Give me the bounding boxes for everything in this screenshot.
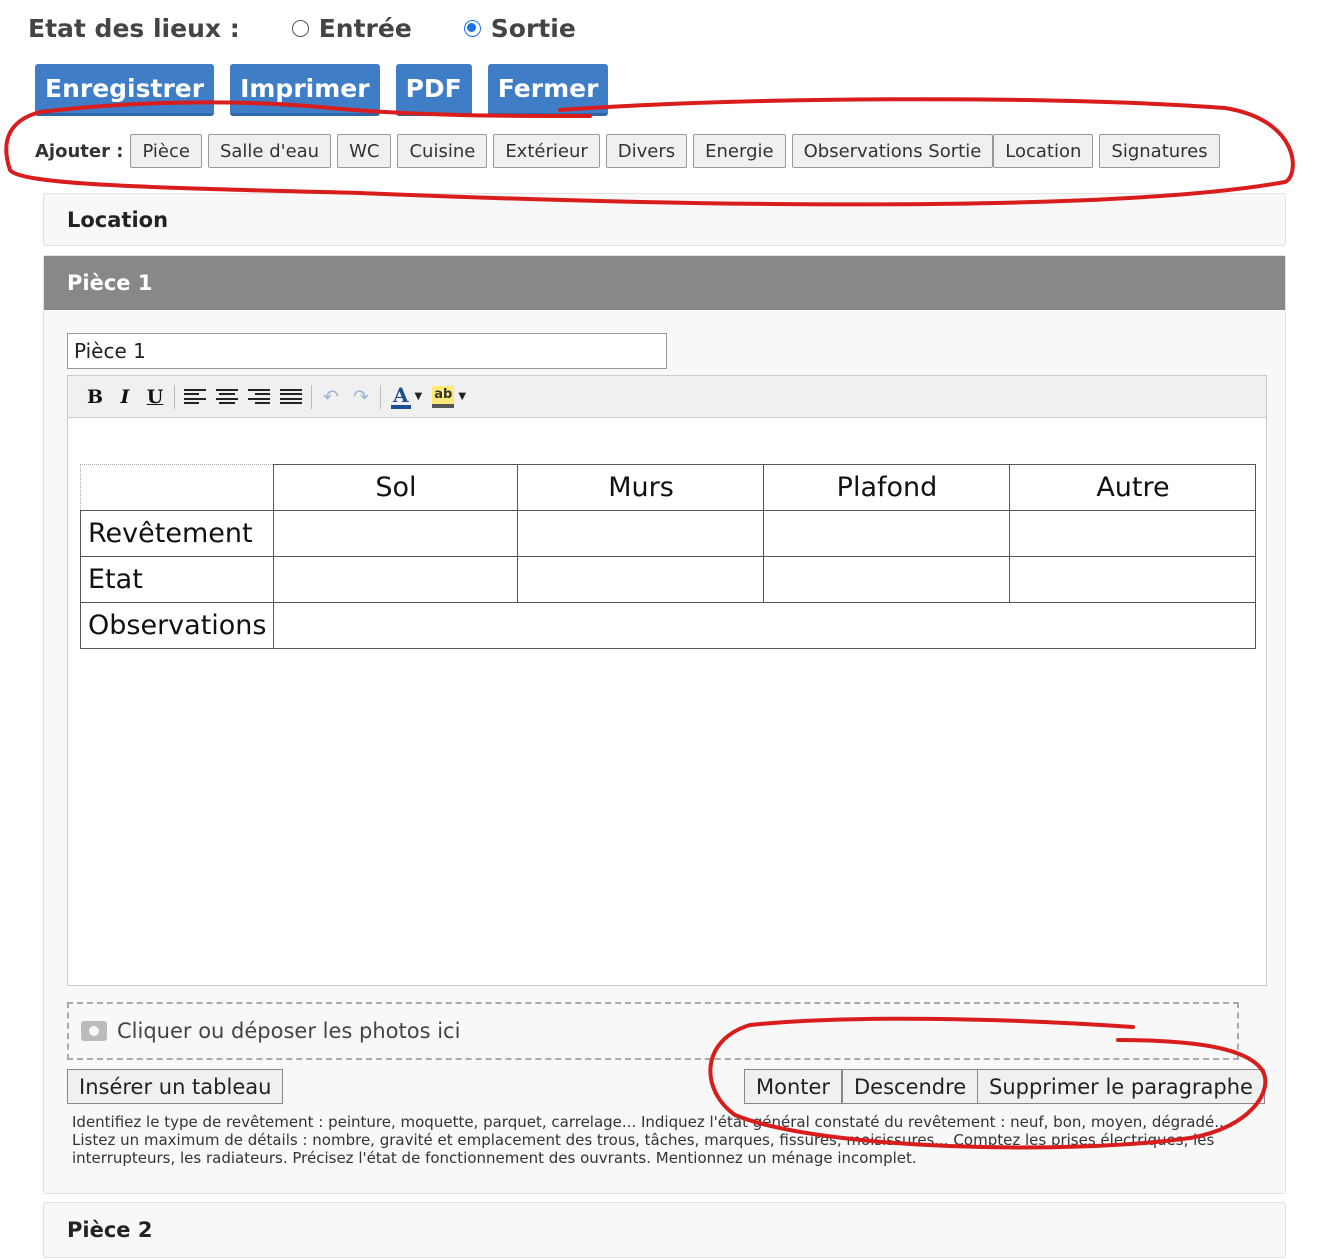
column-header-sol[interactable]: Sol	[273, 464, 519, 511]
table-cell[interactable]	[517, 510, 765, 557]
chevron-down-icon: ▼	[458, 391, 467, 402]
row-header-etat[interactable]: Etat	[79, 556, 275, 603]
table-cell[interactable]	[1009, 556, 1257, 603]
table-row: Observations	[79, 602, 1257, 649]
piece1-panel: Pièce 1 Pièce 1 B I U ↶ ↷ A ▼ ab ▼ Sol M…	[43, 255, 1286, 1194]
radio-sortie-circle[interactable]	[463, 19, 481, 37]
radio-entree-circle[interactable]	[291, 19, 309, 37]
etat-des-lieux-label: Etat des lieux :	[28, 13, 240, 43]
table-cell-observations[interactable]	[273, 602, 1257, 649]
radio-entree-label: Entrée	[318, 13, 412, 43]
undo-icon[interactable]: ↶	[316, 383, 346, 411]
bold-button[interactable]: B	[80, 383, 110, 411]
location-panel: Location	[43, 193, 1286, 246]
table-cell[interactable]	[1009, 510, 1257, 557]
table-cell[interactable]	[273, 510, 519, 557]
close-button[interactable]: Fermer	[487, 64, 609, 116]
toolbar-separator	[380, 384, 381, 409]
toolbar-separator	[174, 384, 175, 409]
photo-dropzone[interactable]: Cliquer ou déposer les photos ici	[67, 1002, 1239, 1060]
table-cell[interactable]	[763, 556, 1011, 603]
highlight-icon: ab	[432, 385, 455, 408]
photo-dropzone-label: Cliquer ou déposer les photos ici	[117, 1019, 461, 1043]
row-header-revetement[interactable]: Revêtement	[79, 510, 275, 557]
table-cell[interactable]	[763, 510, 1011, 557]
align-left-icon[interactable]	[184, 388, 206, 405]
camera-icon	[81, 1021, 107, 1041]
text-color-button[interactable]: A ▼	[391, 385, 432, 409]
chevron-down-icon: ▼	[414, 391, 423, 402]
column-header-autre[interactable]: Autre	[1009, 464, 1257, 511]
add-exterieur-button[interactable]: Extérieur	[493, 134, 600, 168]
piece2-panel-header[interactable]: Pièce 2	[44, 1203, 1285, 1257]
text-color-icon: A	[391, 382, 411, 409]
table-cell[interactable]	[517, 556, 765, 603]
add-observations-sortie-button[interactable]: Observations Sortie	[791, 134, 994, 168]
add-divers-button[interactable]: Divers	[605, 134, 688, 168]
help-text: Identifiez le type de revêtement : peint…	[72, 1113, 1234, 1167]
table-cell[interactable]	[273, 556, 519, 603]
align-justify-icon[interactable]	[280, 388, 302, 405]
print-button[interactable]: Imprimer	[230, 64, 380, 116]
delete-paragraph-button[interactable]: Supprimer le paragraphe	[977, 1069, 1265, 1104]
piece2-panel: Pièce 2	[43, 1202, 1286, 1258]
add-piece-button[interactable]: Pièce	[130, 134, 202, 168]
highlight-color-button[interactable]: ab ▼	[432, 385, 476, 408]
italic-button[interactable]: I	[110, 383, 140, 411]
action-bar: Enregistrer Imprimer PDF Fermer	[35, 64, 624, 116]
column-header-murs[interactable]: Murs	[517, 464, 765, 511]
row-header-observations[interactable]: Observations	[79, 602, 275, 649]
add-section-bar: Ajouter : Pièce Salle d'eau WC Cuisine E…	[35, 134, 1226, 168]
add-wc-button[interactable]: WC	[337, 134, 392, 168]
add-location-button[interactable]: Location	[993, 134, 1094, 168]
underline-button[interactable]: U	[140, 383, 170, 411]
editor-toolbar: B I U ↶ ↷ A ▼ ab ▼	[68, 376, 1266, 418]
piece1-panel-header[interactable]: Pièce 1	[44, 256, 1285, 310]
add-signatures-button[interactable]: Signatures	[1099, 134, 1220, 168]
location-panel-header[interactable]: Location	[44, 194, 1285, 245]
table-row: Sol Murs Plafond Autre	[79, 464, 1257, 511]
rich-text-editor[interactable]: B I U ↶ ↷ A ▼ ab ▼ Sol Murs Plafond Autr…	[67, 375, 1267, 986]
column-header-plafond[interactable]: Plafond	[763, 464, 1011, 511]
piece-name-input[interactable]: Pièce 1	[67, 333, 667, 369]
inspection-table[interactable]: Sol Murs Plafond Autre Revêtement Etat O…	[79, 464, 1257, 649]
align-center-icon[interactable]	[216, 388, 238, 405]
table-row: Etat	[79, 556, 1257, 603]
table-corner-cell[interactable]	[79, 464, 275, 511]
radio-sortie[interactable]: Sortie	[463, 13, 576, 43]
toolbar-separator	[311, 384, 312, 409]
redo-icon[interactable]: ↷	[346, 383, 376, 411]
add-salle-deau-button[interactable]: Salle d'eau	[207, 134, 332, 168]
move-down-button[interactable]: Descendre	[842, 1069, 979, 1104]
save-button[interactable]: Enregistrer	[35, 64, 215, 116]
pdf-button[interactable]: PDF	[395, 64, 472, 116]
add-cuisine-button[interactable]: Cuisine	[397, 134, 488, 168]
add-label: Ajouter :	[35, 140, 124, 162]
align-right-icon[interactable]	[248, 388, 270, 405]
add-energie-button[interactable]: Energie	[693, 134, 786, 168]
move-up-button[interactable]: Monter	[744, 1069, 843, 1104]
etat-des-lieux-row: Etat des lieux : Entrée Sortie	[28, 10, 628, 46]
radio-entree[interactable]: Entrée	[291, 13, 412, 43]
table-row: Revêtement	[79, 510, 1257, 557]
radio-sortie-label: Sortie	[490, 13, 576, 43]
insert-table-button[interactable]: Insérer un tableau	[67, 1069, 284, 1104]
